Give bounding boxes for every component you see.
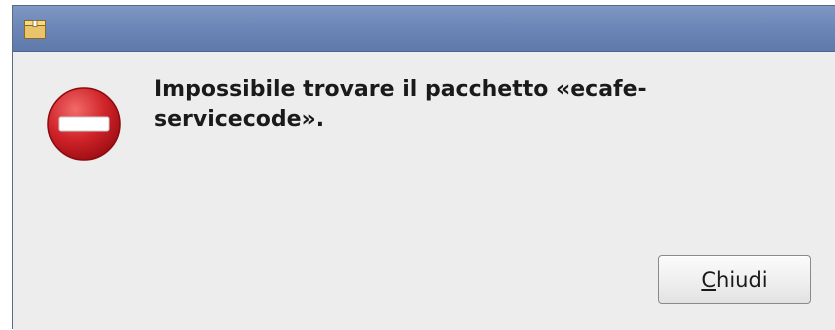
error-message: Impossibile trovare il pacchetto «ecafe-…: [154, 75, 814, 135]
close-button-mnemonic: C: [701, 267, 717, 292]
error-icon: [47, 87, 121, 161]
title-bar[interactable]: [13, 6, 835, 52]
error-message-line-1: Impossibile trovare il pacchetto «ecafe-: [154, 77, 647, 102]
package-icon[interactable]: [23, 17, 47, 41]
dialog-window: Impossibile trovare il pacchetto «ecafe-…: [12, 5, 835, 330]
error-message-line-2: servicecode».: [154, 107, 325, 132]
close-button-label: hiudi: [716, 267, 768, 292]
dialog-content: Impossibile trovare il pacchetto «ecafe-…: [13, 52, 835, 330]
close-button[interactable]: Chiudi: [658, 255, 811, 304]
